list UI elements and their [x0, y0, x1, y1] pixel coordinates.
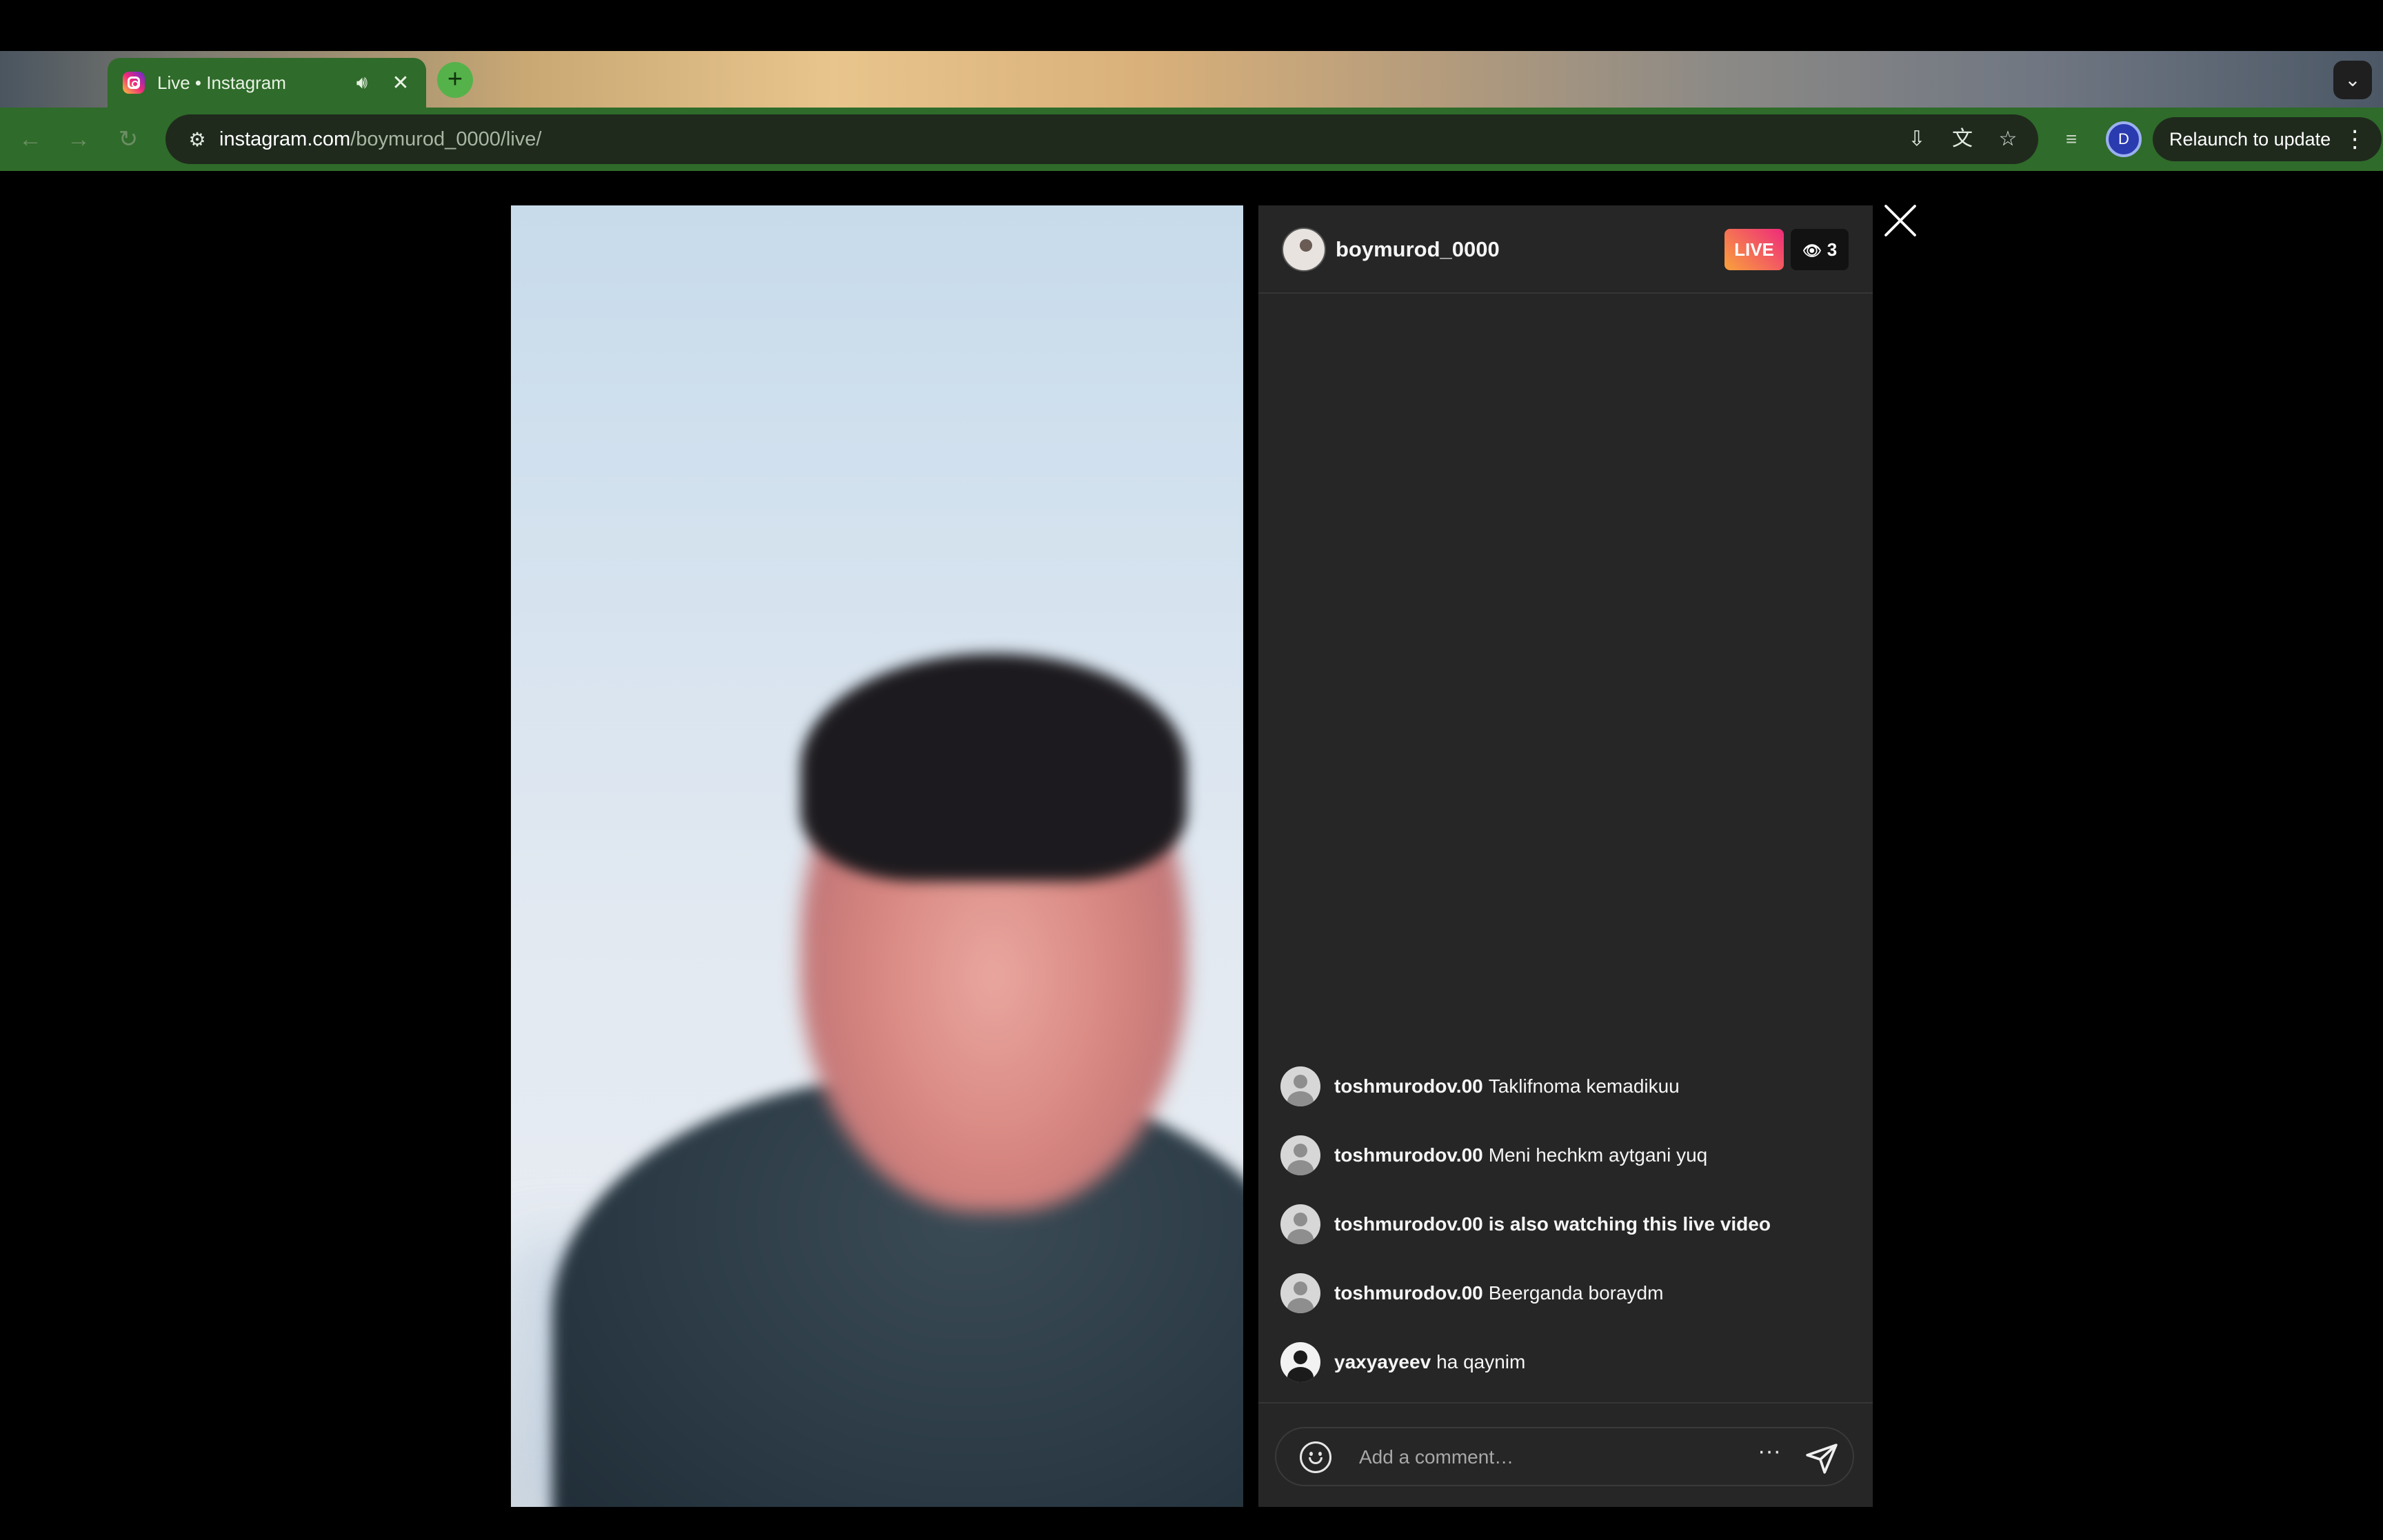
live-side-panel: boymurod_0000 LIVE 👁︎ 3 toshmurodov.00 Tak…	[1258, 205, 1873, 1507]
eye-icon: 👁︎	[1802, 242, 1822, 259]
speaker-icon[interactable]: 🔊︎	[352, 72, 372, 94]
site-settings-icon[interactable]: ⚙	[175, 114, 219, 164]
commenter-avatar[interactable]	[1280, 1273, 1320, 1313]
close-icon[interactable]	[1881, 201, 1920, 240]
host-avatar[interactable]	[1282, 227, 1326, 272]
comment-body: is also watching this live video	[1488, 1213, 1771, 1235]
comment-footer: ···	[1258, 1402, 1873, 1507]
comment-username[interactable]: toshmurodov.00	[1334, 1075, 1483, 1097]
video-subject-hair	[801, 654, 1187, 881]
comment-username[interactable]: toshmurodov.00	[1334, 1144, 1483, 1166]
comment-text: toshmurodov.00 Meni hechkm aytgani yuq	[1334, 1144, 1707, 1166]
commenter-avatar[interactable]	[1280, 1066, 1320, 1106]
tab-instagram-live[interactable]: Live • Instagram 🔊︎ ✕	[108, 58, 426, 108]
comment-body: Taklifnoma kemadikuu	[1488, 1075, 1680, 1097]
forward-arrow-icon[interactable]: →	[61, 121, 97, 157]
profile-avatar[interactable]: D	[2106, 121, 2142, 157]
live-badge: LIVE	[1725, 229, 1784, 270]
relaunch-label: Relaunch to update	[2169, 128, 2331, 150]
live-video[interactable]	[511, 205, 1243, 1507]
comment-input[interactable]	[1359, 1443, 1745, 1471]
emoji-icon[interactable]	[1300, 1441, 1331, 1473]
comment-box: ···	[1275, 1427, 1854, 1486]
comment-item: toshmurodov.00 Meni hechkm aytgani yuq	[1280, 1121, 1853, 1190]
instagram-favicon-icon	[123, 72, 145, 94]
install-app-icon[interactable]: ⇩	[1902, 124, 1932, 154]
tab-title: Live • Instagram	[157, 72, 286, 93]
new-tab-button[interactable]: +	[437, 62, 473, 98]
comment-username[interactable]: toshmurodov.00	[1334, 1213, 1483, 1235]
reload-icon[interactable]: ↻	[110, 121, 146, 157]
comment-text: toshmurodov.00 Beerganda boraydm	[1334, 1282, 1663, 1304]
address-bar[interactable]: ⚙ instagram.com/boymurod_0000/live/ ⇩ 文 …	[165, 114, 2038, 164]
commenter-avatar[interactable]	[1280, 1342, 1320, 1382]
tab-search-button[interactable]: ⌄	[2333, 61, 2372, 99]
viewer-count-value: 3	[1827, 239, 1838, 260]
viewer-count[interactable]: 👁︎ 3	[1791, 229, 1849, 270]
bookmark-star-icon[interactable]: ☆	[1993, 124, 2023, 154]
comment-body: Beerganda boraydm	[1488, 1282, 1664, 1304]
comment-username[interactable]: toshmurodov.00	[1334, 1282, 1483, 1304]
commenter-avatar[interactable]	[1280, 1135, 1320, 1175]
url-host: instagram.com	[219, 128, 351, 150]
translate-icon[interactable]: 文	[1947, 124, 1978, 154]
comment-item: toshmurodov.00 Taklifnoma kemadikuu	[1280, 1052, 1853, 1121]
comment-item: yaxyayeev ha qaynim	[1280, 1328, 1853, 1397]
comment-item: toshmurodov.00 is also watching this live…	[1280, 1190, 1853, 1259]
comment-text: toshmurodov.00 Taklifnoma kemadikuu	[1334, 1075, 1680, 1097]
browser-menu-icon[interactable]: ⋮	[2343, 125, 2366, 153]
live-header: boymurod_0000 LIVE 👁︎ 3	[1258, 205, 1873, 294]
url-text[interactable]: instagram.com/boymurod_0000/live/	[219, 128, 541, 151]
screen: Live • Instagram 🔊︎ ✕ + ⌄ ← → ↻ ⚙ instag…	[0, 0, 2383, 1540]
url-path: /boymurod_0000/live/	[350, 128, 542, 150]
back-arrow-icon[interactable]: ←	[12, 121, 48, 157]
browser-toolbar: ← → ↻ ⚙ instagram.com/boymurod_0000/live…	[0, 108, 2383, 171]
browser-tabstrip: Live • Instagram 🔊︎ ✕ + ⌄	[0, 51, 2383, 108]
tab-close-icon[interactable]: ✕	[390, 71, 411, 95]
comment-text: yaxyayeev ha qaynim	[1334, 1351, 1525, 1373]
send-icon[interactable]	[1804, 1441, 1839, 1475]
comment-body: Meni hechkm aytgani yuq	[1488, 1144, 1708, 1166]
comment-text: toshmurodov.00 is also watching this live…	[1334, 1213, 1771, 1235]
comments-list: toshmurodov.00 Taklifnoma kemadikuu toshmu…	[1280, 1052, 1853, 1397]
commenter-avatar[interactable]	[1280, 1204, 1320, 1244]
reading-list-icon[interactable]: ≡	[2055, 128, 2088, 150]
more-options-icon[interactable]: ···	[1752, 1439, 1787, 1472]
host-username[interactable]: boymurod_0000	[1336, 237, 1500, 262]
relaunch-button[interactable]: Relaunch to update ⋮	[2153, 117, 2382, 161]
comment-item: toshmurodov.00 Beerganda boraydm	[1280, 1259, 1853, 1328]
comment-body: ha qaynim	[1436, 1351, 1526, 1372]
comment-username[interactable]: yaxyayeev	[1334, 1351, 1431, 1372]
